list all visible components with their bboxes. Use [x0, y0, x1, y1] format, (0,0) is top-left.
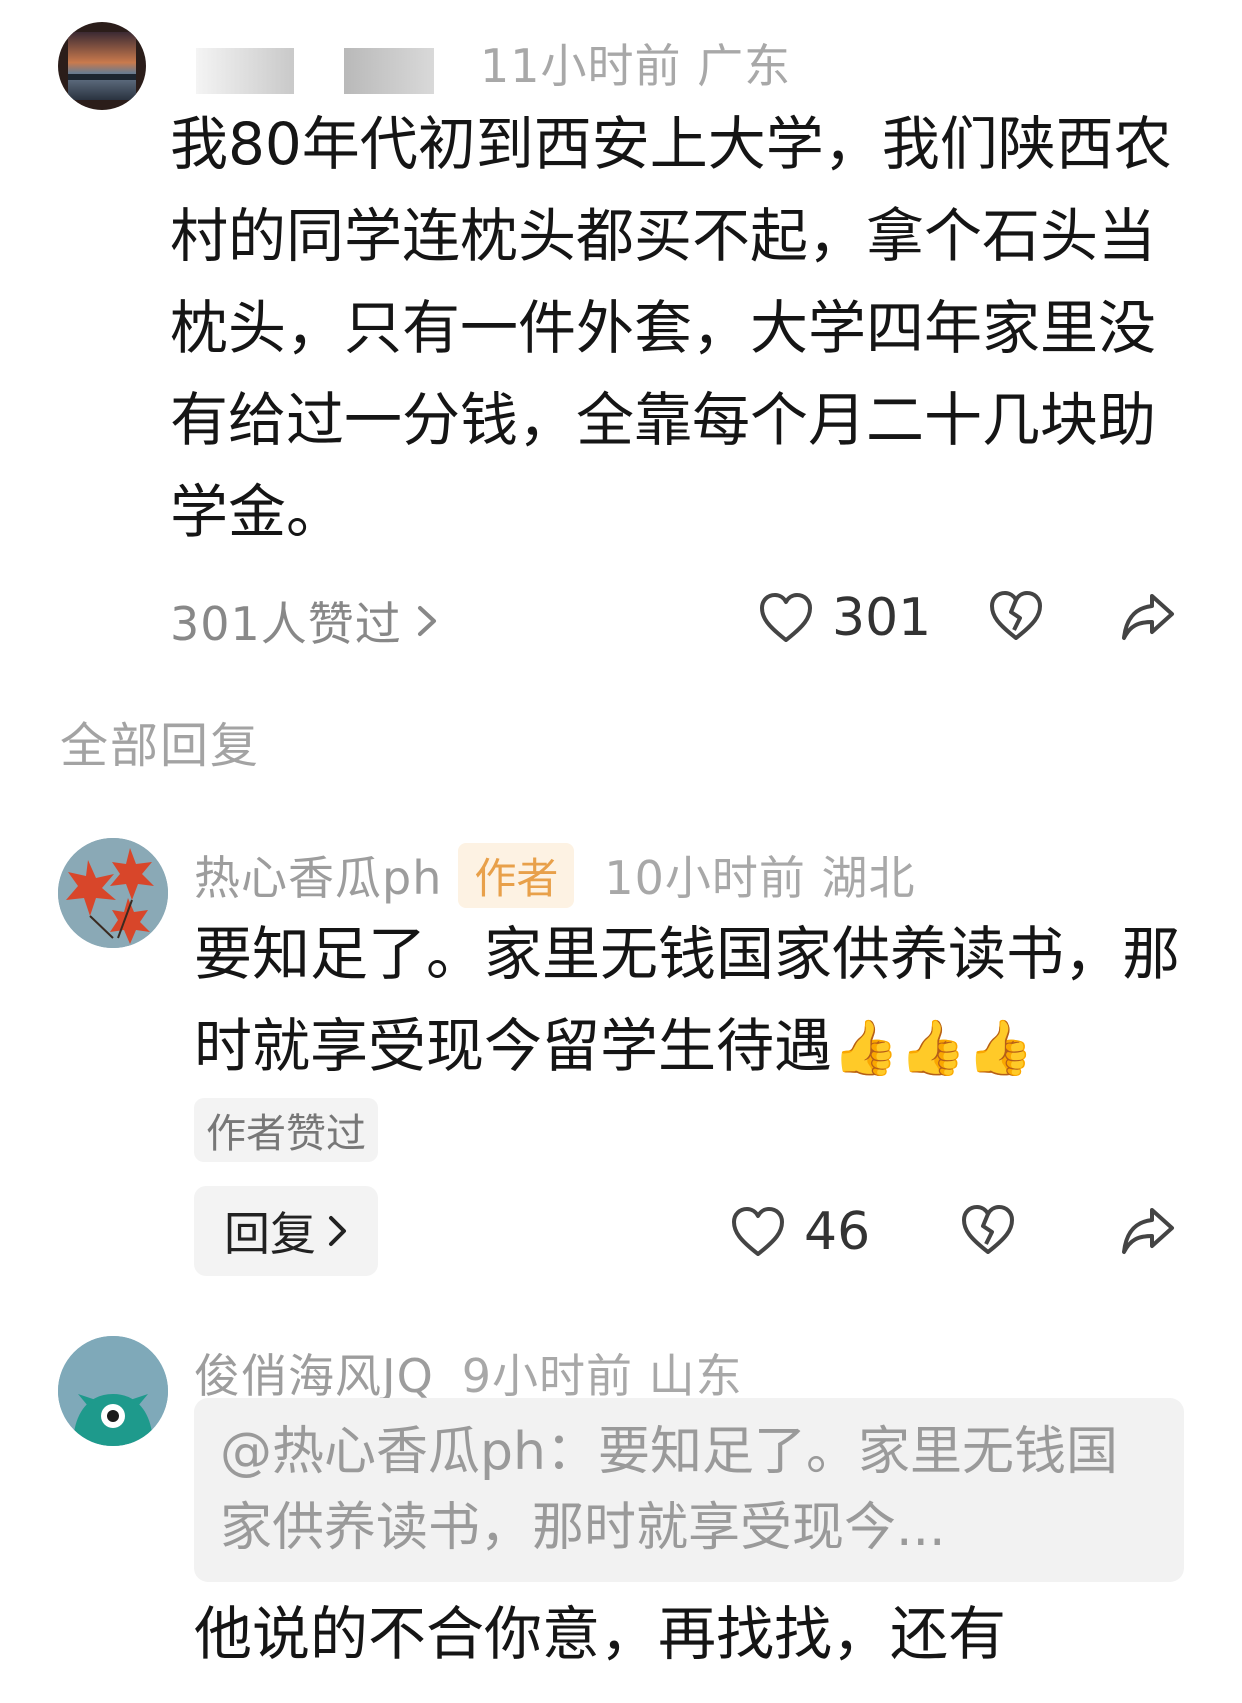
section-title: 全部回复	[60, 718, 261, 774]
share-button[interactable]	[1120, 592, 1176, 642]
dislike-button[interactable]	[988, 590, 1044, 642]
broken-heart-icon	[962, 1205, 1014, 1254]
reply-header: 俊俏海风JQ 9小时前 山东	[194, 1340, 743, 1406]
reply-meta: 9小时前 山东	[461, 1349, 743, 1403]
sunset-photo-icon	[68, 32, 136, 100]
username-redacted	[344, 48, 434, 94]
comment-meta: 11小时前 广东	[480, 39, 792, 93]
maple-leaf-photo-icon	[58, 838, 168, 948]
heart-icon	[730, 1206, 786, 1258]
quoted-reply[interactable]: @热心香瓜ph：要知足了。家里无钱国家供养读书，那时就享受现今...	[194, 1398, 1184, 1582]
share-arrow-icon	[1122, 594, 1174, 640]
like-button[interactable]: 46	[730, 1202, 870, 1262]
broken-heart-icon	[990, 591, 1042, 640]
avatar[interactable]	[58, 838, 168, 948]
reply-button-label: 回复	[224, 1207, 316, 1261]
username-redacted	[196, 48, 294, 94]
thumbs-up-icon: 👍👍👍	[832, 1016, 1034, 1079]
chevron-right-icon	[416, 604, 438, 638]
reply-button[interactable]: 回复	[194, 1186, 378, 1276]
author-badge: 作者	[458, 842, 575, 908]
author-liked-tag: 作者赞过	[194, 1098, 378, 1162]
monster-avatar-icon	[58, 1336, 168, 1446]
author-liked-text: 作者赞过	[206, 1111, 366, 1157]
chevron-right-icon	[328, 1215, 348, 1247]
dislike-button[interactable]	[960, 1204, 1016, 1256]
like-count: 301	[832, 588, 932, 648]
share-arrow-icon	[1122, 1208, 1174, 1254]
username[interactable]: 俊俏海风JQ	[194, 1340, 434, 1406]
like-count: 46	[804, 1202, 871, 1262]
like-button[interactable]: 301	[758, 588, 931, 648]
liked-by-link[interactable]: 301人赞过	[170, 588, 438, 654]
avatar[interactable]	[58, 22, 146, 110]
heart-icon	[758, 592, 814, 644]
quoted-reply-text: @热心香瓜ph：要知足了。家里无钱国家供养读书，那时就享受现今...	[220, 1422, 1118, 1558]
share-button[interactable]	[1120, 1206, 1176, 1256]
avatar[interactable]	[58, 1336, 168, 1446]
liked-by-text: 301人赞过	[170, 597, 402, 651]
reply-header: 热心香瓜ph 作者 10小时前 湖北	[194, 842, 916, 908]
reply-text: 要知足了。家里无钱国家供养读书，那时就享受现今留学生待遇👍👍👍	[194, 908, 1194, 1094]
username[interactable]: 热心香瓜ph	[194, 842, 442, 908]
reply-meta: 10小时前 湖北	[604, 851, 916, 905]
reply-text: 他说的不合你意，再找找，还有	[194, 1600, 1007, 1668]
comment-text: 我80年代初到西安上大学，我们陕西农村的同学连枕头都买不起，拿个石头当枕头，只有…	[170, 110, 1172, 546]
